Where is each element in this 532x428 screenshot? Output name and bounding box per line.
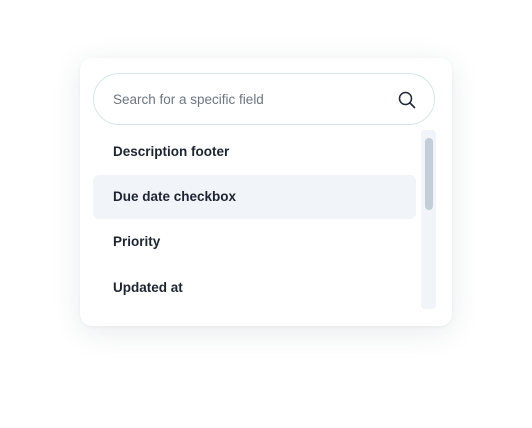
list-item-priority[interactable]: Priority bbox=[93, 220, 416, 264]
list-item-due-date-checkbox[interactable]: Due date checkbox bbox=[93, 175, 416, 219]
list-item-updated-at[interactable]: Updated at bbox=[93, 266, 416, 310]
list-item-description-footer[interactable]: Description footer bbox=[93, 130, 416, 174]
search-box bbox=[93, 73, 435, 125]
search-input[interactable] bbox=[113, 74, 383, 124]
scrollbar-track[interactable] bbox=[421, 130, 436, 309]
field-picker-dropdown: Description footer Due date checkbox Pri… bbox=[80, 58, 452, 326]
scrollbar-thumb[interactable] bbox=[425, 138, 433, 210]
search-icon[interactable] bbox=[398, 91, 416, 109]
field-list: Description footer Due date checkbox Pri… bbox=[93, 130, 420, 312]
